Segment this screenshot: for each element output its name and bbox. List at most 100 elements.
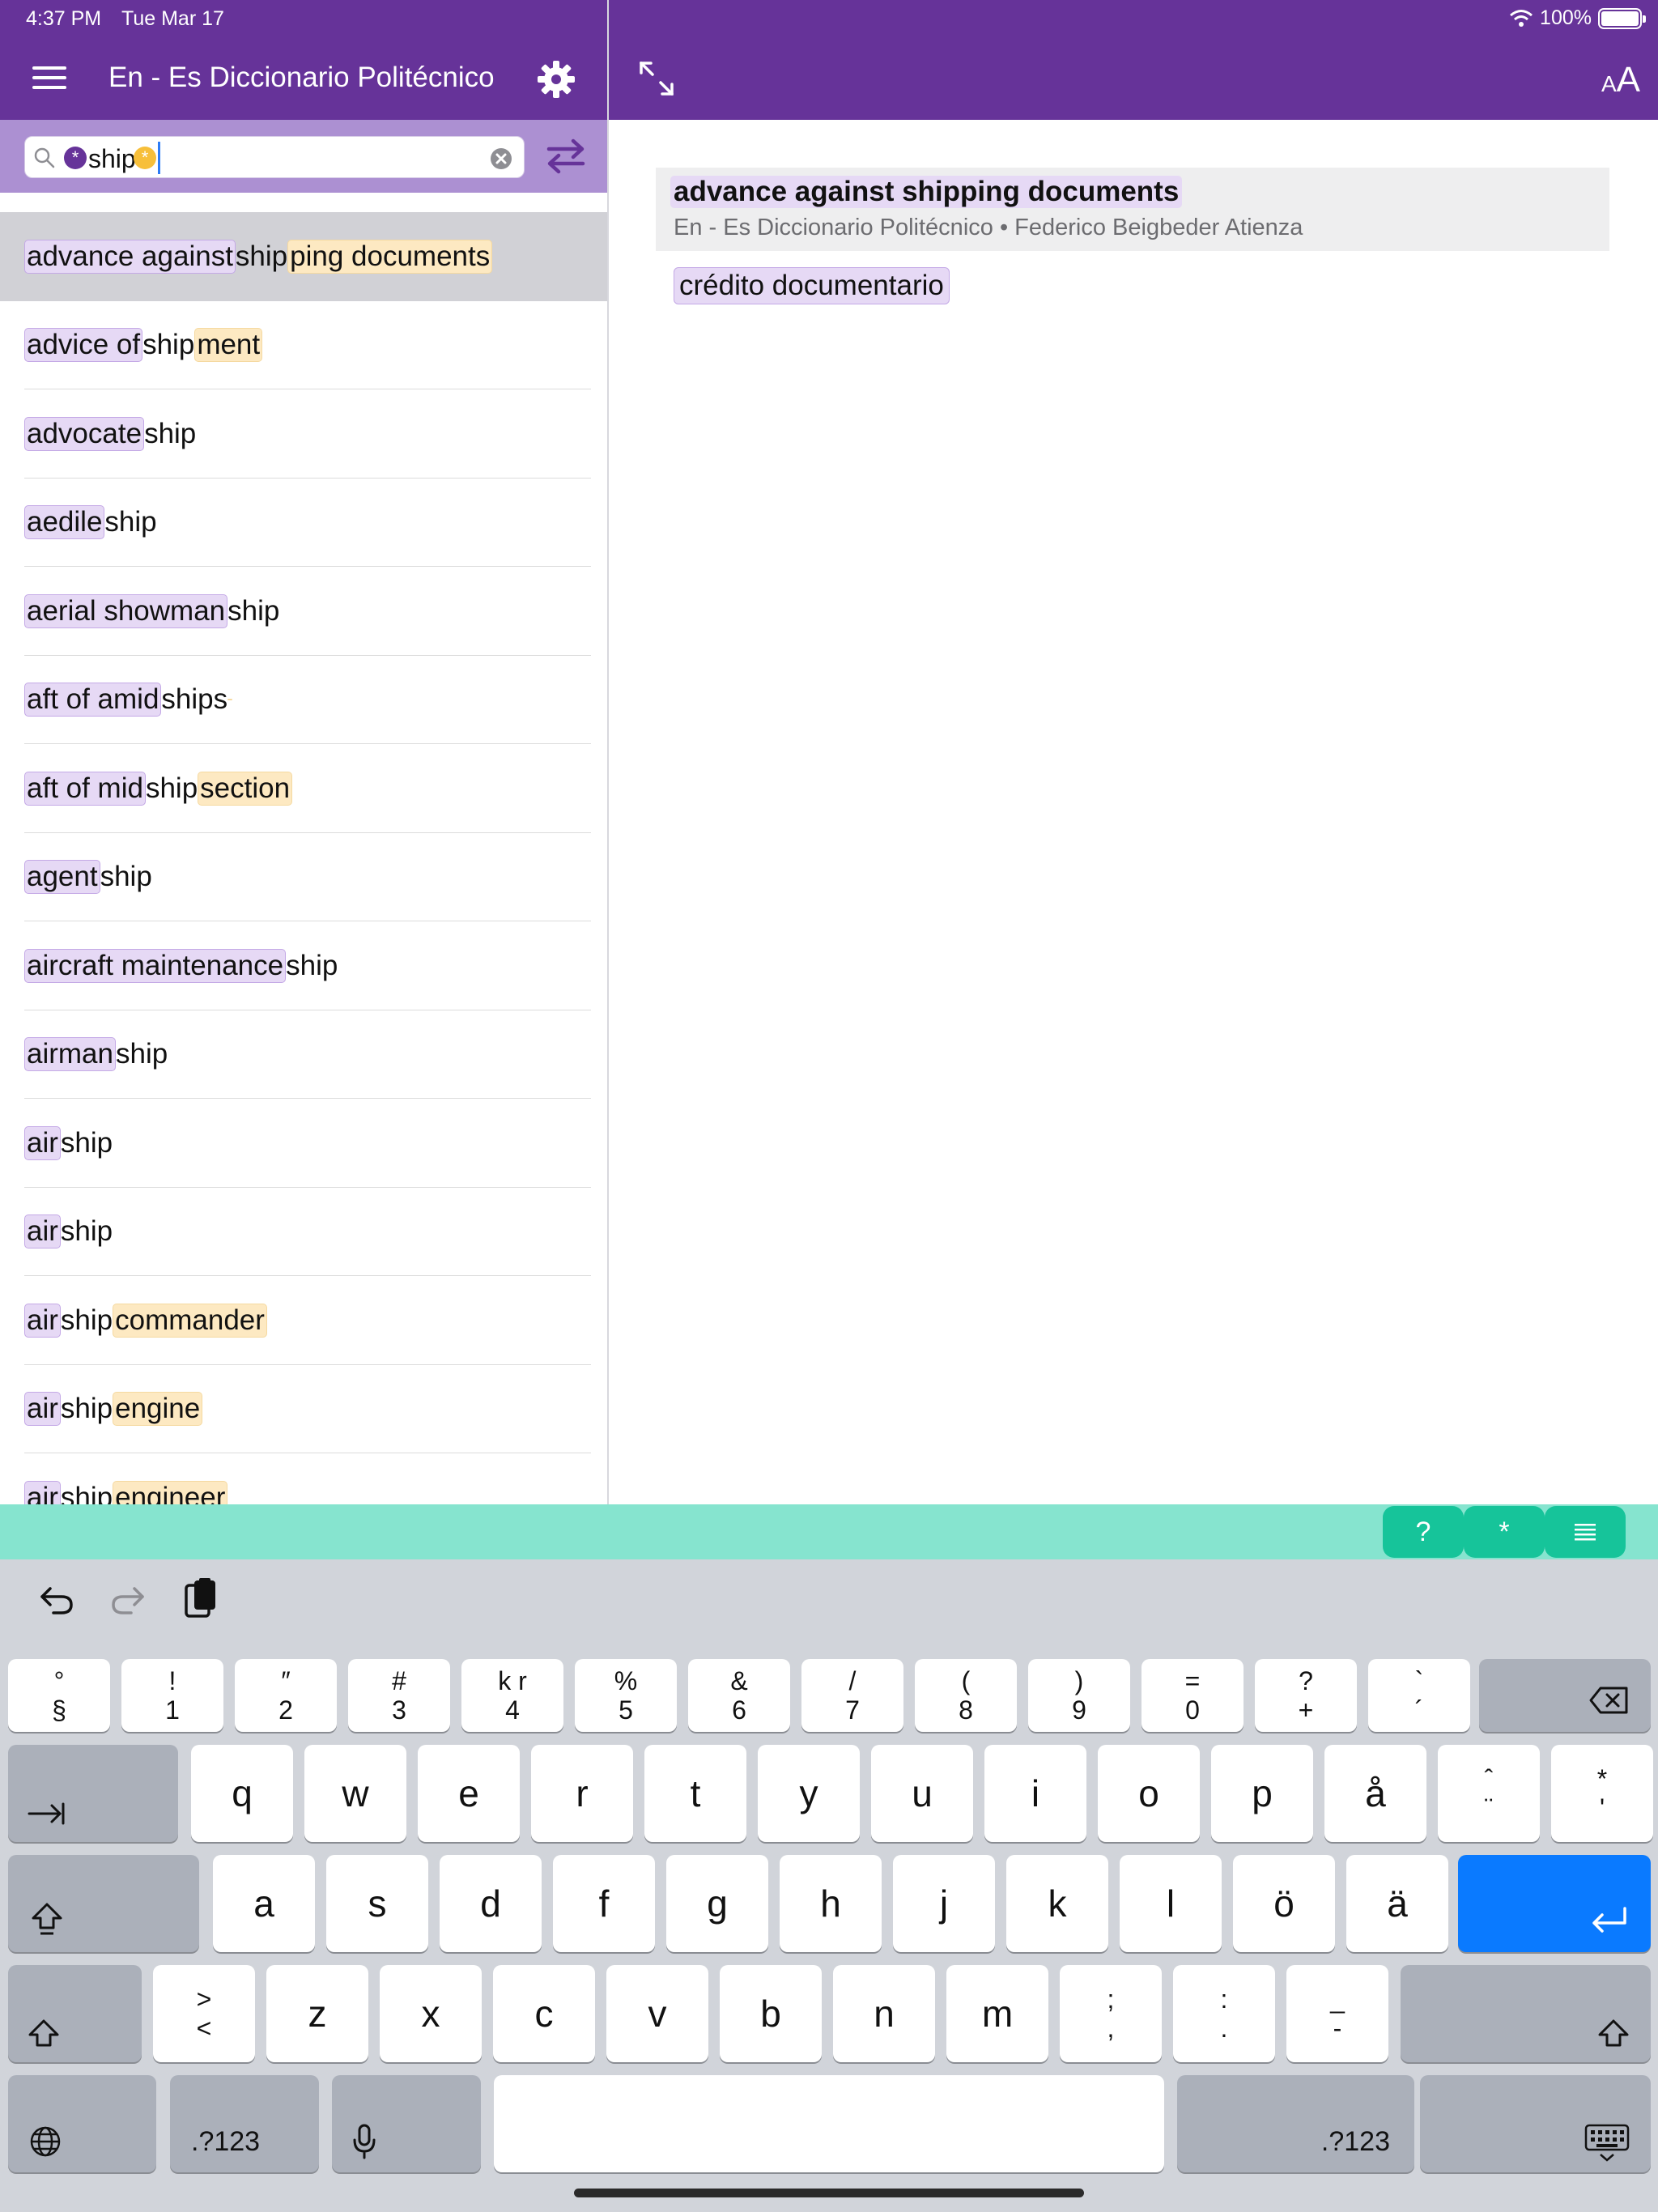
key-d[interactable]: d <box>440 1855 542 1952</box>
result-item[interactable]: air ship engineer <box>0 1453 607 1504</box>
key-y[interactable]: y <box>758 1745 860 1842</box>
key-x[interactable]: x <box>380 1965 482 2062</box>
key-n[interactable]: n <box>833 1965 935 2062</box>
star-wildcard-button[interactable]: * <box>1464 1506 1545 1558</box>
key[interactable]: /7 <box>801 1659 903 1732</box>
result-item[interactable]: agent ship <box>0 833 607 922</box>
key[interactable]: ` ´ <box>1368 1659 1470 1732</box>
key[interactable]: (8 <box>915 1659 1017 1732</box>
result-item[interactable]: aft of mid ship section <box>0 744 607 833</box>
key-c[interactable]: c <box>493 1965 595 2062</box>
caps-lock-key[interactable] <box>8 1855 199 1952</box>
search-input[interactable]: * ship * <box>24 136 525 178</box>
expand-icon[interactable] <box>638 60 675 97</box>
delete-key[interactable] <box>1479 1659 1651 1732</box>
result-item[interactable]: aerial showman ship <box>0 567 607 656</box>
clipboard-icon[interactable] <box>183 1577 219 1619</box>
key-label: j <box>939 1882 949 1925</box>
result-item[interactable]: advance against ship ping documents <box>0 212 607 301</box>
swap-arrows-icon[interactable] <box>546 138 586 175</box>
key[interactable]: ;, <box>1060 1965 1162 2062</box>
key-e[interactable]: e <box>418 1745 520 1842</box>
key-i[interactable]: i <box>984 1745 1086 1842</box>
key-a[interactable]: a <box>213 1855 315 1952</box>
suffix-wildcard-token[interactable]: * <box>134 147 156 169</box>
key[interactable]: ) 9 <box>1028 1659 1130 1732</box>
key-v[interactable]: v <box>606 1965 708 2062</box>
split-divider[interactable] <box>607 0 609 1504</box>
key-u[interactable]: u <box>871 1745 973 1842</box>
key-m[interactable]: m <box>946 1965 1048 2062</box>
match-suffix: ping documents <box>287 239 493 274</box>
keyboard-dismiss-key[interactable] <box>1420 2075 1651 2172</box>
dictation-key[interactable] <box>332 2075 481 2172</box>
key-j[interactable]: j <box>893 1855 995 1952</box>
clear-search-icon[interactable] <box>490 147 512 170</box>
key-ä[interactable]: ä <box>1346 1855 1448 1952</box>
key[interactable]: ″ 2 <box>235 1659 337 1732</box>
gear-icon[interactable] <box>537 60 576 99</box>
key[interactable]: ° § <box>8 1659 110 1732</box>
result-item[interactable]: aedile ship <box>0 479 607 568</box>
redo-icon[interactable] <box>110 1582 146 1614</box>
key-upper-label: ? <box>1299 1666 1313 1695</box>
result-item[interactable]: airman ship <box>0 1010 607 1100</box>
key-l[interactable]: l <box>1120 1855 1222 1952</box>
home-indicator[interactable] <box>574 2189 1084 2197</box>
list-button[interactable] <box>1545 1506 1626 1558</box>
key-r[interactable]: r <box>531 1745 633 1842</box>
result-item[interactable]: advocate ship <box>0 389 607 479</box>
left-shift-key[interactable] <box>8 1965 142 2062</box>
font-size-button[interactable]: AA <box>1601 60 1640 100</box>
key[interactable]: = 0 <box>1141 1659 1244 1732</box>
tab-key[interactable] <box>8 1745 178 1842</box>
key[interactable]: _ - <box>1286 1965 1388 2062</box>
key-t[interactable]: t <box>644 1745 746 1842</box>
key[interactable]: #3 <box>348 1659 450 1732</box>
space-key[interactable] <box>494 2075 1164 2172</box>
hamburger-icon[interactable] <box>32 65 66 91</box>
key-q[interactable]: q <box>191 1745 293 1842</box>
search-bar: * ship * <box>0 120 607 193</box>
numbers-key-left[interactable]: .?123 <box>170 2075 319 2172</box>
key[interactable]: :. <box>1173 1965 1275 2062</box>
key[interactable]: k r4 <box>461 1659 563 1732</box>
key-ö[interactable]: ö <box>1233 1855 1335 1952</box>
prefix-wildcard-token[interactable]: * <box>64 147 87 169</box>
result-list[interactable]: advance against ship ping documents advice… <box>0 212 607 1504</box>
key-p[interactable]: p <box>1211 1745 1313 1842</box>
key-g[interactable]: g <box>666 1855 768 1952</box>
key[interactable]: ! 1 <box>121 1659 223 1732</box>
result-item[interactable]: air ship engine <box>0 1365 607 1454</box>
globe-key[interactable] <box>8 2075 156 2172</box>
key-upper-label: % <box>614 1666 638 1695</box>
result-item[interactable]: advice of ship ment <box>0 301 607 390</box>
entry-translation[interactable]: crédito documentario <box>674 267 950 304</box>
right-shift-key[interactable] <box>1401 1965 1651 2062</box>
key-f[interactable]: f <box>553 1855 655 1952</box>
key-h[interactable]: h <box>780 1855 882 1952</box>
key[interactable]: > < <box>153 1965 255 2062</box>
result-item[interactable]: air ship <box>0 1099 607 1188</box>
question-wildcard-button[interactable]: ? <box>1383 1506 1464 1558</box>
key-w[interactable]: w <box>304 1745 406 1842</box>
result-item[interactable]: aft of amid ships <box>0 656 607 745</box>
result-item[interactable]: air ship commander <box>0 1276 607 1365</box>
result-item[interactable]: aircraft maintenance ship <box>0 921 607 1010</box>
key[interactable]: ˆ ¨ <box>1438 1745 1540 1842</box>
undo-icon[interactable] <box>39 1582 74 1614</box>
key[interactable]: & 6 <box>688 1659 790 1732</box>
key-s[interactable]: s <box>326 1855 428 1952</box>
numbers-key-right[interactable]: .?123 <box>1177 2075 1414 2172</box>
key[interactable]: ? + <box>1255 1659 1357 1732</box>
key-o[interactable]: o <box>1098 1745 1200 1842</box>
key[interactable]: * ' <box>1551 1745 1653 1842</box>
key-å[interactable]: å <box>1324 1745 1426 1842</box>
key[interactable]: % 5 <box>575 1659 677 1732</box>
return-key[interactable] <box>1458 1855 1651 1952</box>
key-z[interactable]: z <box>266 1965 368 2062</box>
result-item[interactable]: air ship <box>0 1188 607 1277</box>
key-k[interactable]: k <box>1006 1855 1108 1952</box>
shift-icon <box>28 2019 59 2047</box>
key-b[interactable]: b <box>720 1965 822 2062</box>
